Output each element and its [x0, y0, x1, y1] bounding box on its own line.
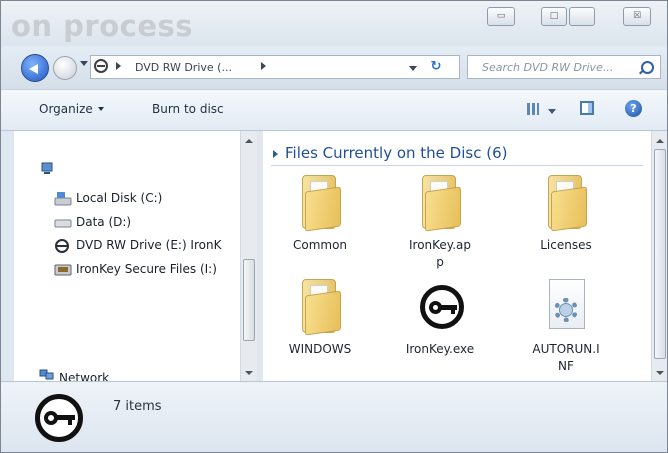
preview-pane-icon[interactable]: [580, 101, 594, 115]
ironkey-icon: [35, 394, 83, 442]
file-list-scrollbar[interactable]: [651, 131, 667, 381]
group-header[interactable]: Files Currently on the Disc (6): [271, 143, 643, 166]
folder-icon: [302, 175, 341, 232]
file-item-label: IronKey.exe: [405, 342, 475, 356]
forward-button[interactable]: [53, 56, 77, 80]
navigation-scrollbar[interactable]: [240, 131, 257, 381]
window-title: on process: [11, 9, 194, 43]
recent-pages-dropdown[interactable]: [80, 61, 88, 66]
dvd-drive-icon: [55, 239, 69, 253]
file-item-label: IronKey.ap p: [409, 238, 471, 269]
scroll-down-arrow-icon[interactable]: [245, 371, 253, 375]
scroll-thumb[interactable]: [654, 149, 666, 359]
details-pane: 7 items: [1, 381, 667, 452]
search-icon[interactable]: [641, 61, 654, 74]
file-item[interactable]: Licenses: [521, 175, 611, 270]
ironkey-app-icon: [420, 285, 464, 329]
chevron-right-icon[interactable]: [116, 62, 121, 70]
address-row: DVD RW Drive (... ↻ Search DVD RW Drive.…: [1, 47, 667, 89]
organize-menu[interactable]: Organize: [39, 102, 104, 116]
address-dropdown-icon[interactable]: [409, 66, 417, 71]
navigation-pane: Local Disk (C:) Data (D:) DVD RW Drive (…: [14, 131, 257, 385]
search-box[interactable]: Search DVD RW Drive...: [467, 55, 661, 79]
nav-item-secure-files[interactable]: IronKey Secure Files (I:): [76, 262, 217, 276]
scroll-down-arrow-icon[interactable]: [656, 371, 664, 375]
file-item-label: Licenses: [540, 238, 592, 252]
chevron-down-icon: [97, 107, 104, 111]
drive-icon: [54, 219, 72, 228]
breadcrumb[interactable]: DVD RW Drive (...: [135, 61, 232, 74]
help-icon[interactable]: ?: [625, 100, 642, 117]
file-item[interactable]: WINDOWS: [275, 279, 365, 374]
scroll-up-arrow-icon[interactable]: [656, 139, 664, 143]
file-item[interactable]: Common: [275, 175, 365, 270]
folder-icon: [548, 175, 587, 232]
file-item[interactable]: IronKey.ap p: [395, 175, 485, 270]
setup-info-file-icon: [549, 279, 585, 329]
folder-icon: [422, 175, 461, 232]
close-button[interactable]: ☒: [623, 7, 651, 26]
refresh-icon[interactable]: ↻: [425, 59, 447, 75]
collapse-arrow-icon[interactable]: [273, 150, 278, 158]
network-icon: [39, 369, 54, 380]
group-header-label: Files Currently on the Disc (6): [285, 144, 508, 162]
search-placeholder: Search DVD RW Drive...: [482, 61, 614, 74]
restore-button[interactable]: [569, 7, 595, 26]
file-item-label: WINDOWS: [288, 342, 352, 356]
file-item[interactable]: IronKey.exe: [395, 279, 485, 374]
back-button[interactable]: [21, 54, 49, 82]
title-bar[interactable]: on process ▭ □ ☒: [1, 1, 667, 45]
computer-icon: [41, 162, 53, 174]
change-view-icon[interactable]: [527, 103, 539, 115]
scroll-thumb[interactable]: [243, 259, 255, 341]
minimize-button[interactable]: ▭: [487, 7, 515, 26]
address-bar[interactable]: DVD RW Drive (... ↻: [90, 55, 460, 79]
dvd-drive-icon: [94, 59, 108, 73]
item-count: 7 items: [113, 399, 162, 414]
organize-label: Organize: [39, 102, 93, 116]
file-item-label: Common: [292, 238, 348, 252]
folder-icon: [302, 279, 341, 336]
explorer-window: on process ▭ □ ☒ DVD RW Drive (... ↻ Sea…: [0, 0, 668, 453]
burn-to-disc-button[interactable]: Burn to disc: [152, 102, 224, 116]
nav-item-data-drive[interactable]: Data (D:): [76, 215, 131, 229]
file-item-label: AUTORUN.I NF: [532, 342, 600, 373]
file-item[interactable]: AUTORUN.I NF: [521, 279, 611, 374]
file-list: Files Currently on the Disc (6) Common I…: [263, 131, 651, 381]
scroll-up-arrow-icon[interactable]: [245, 139, 253, 143]
command-toolbar: Organize Burn to disc ?: [1, 89, 667, 131]
nav-item-dvd-drive[interactable]: DVD RW Drive (E:) IronK: [76, 238, 221, 252]
local-disk-icon: [54, 192, 72, 206]
nav-item-local-disk[interactable]: Local Disk (C:): [76, 191, 162, 205]
secure-drive-icon: [54, 264, 72, 276]
view-options-dropdown[interactable]: [548, 109, 556, 114]
maximize-button[interactable]: □: [541, 7, 567, 26]
chevron-right-icon[interactable]: [261, 62, 266, 70]
